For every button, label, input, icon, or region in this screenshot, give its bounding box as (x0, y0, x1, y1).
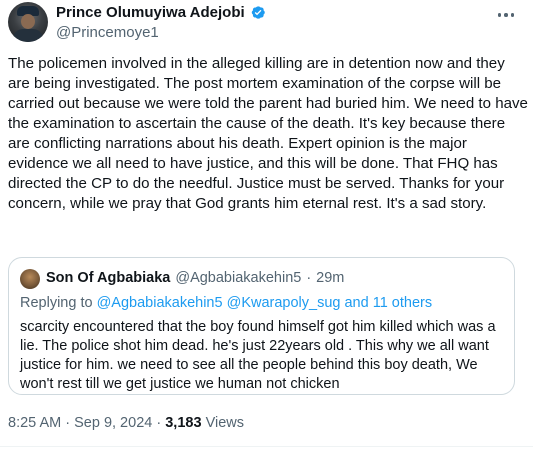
views-count: 3,183 (165, 415, 202, 431)
author-display-name[interactable]: Prince Olumuyiwa Adejobi (56, 4, 245, 21)
more-dot (510, 13, 515, 17)
quoted-tweet[interactable]: Son Of Agbabiaka @Agbabiakakehin5 · 29m … (8, 257, 515, 395)
avatar-face (21, 14, 35, 29)
views-label: Views (205, 415, 244, 431)
avatar-torso (13, 29, 43, 42)
quoted-tweet-header: Son Of Agbabiaka @Agbabiakakehin5 · 29m (46, 270, 344, 286)
replying-prefix: Replying to (20, 295, 97, 311)
more-dot (497, 13, 502, 17)
quoted-author-avatar (20, 269, 40, 289)
bottom-divider (0, 446, 533, 447)
replying-handle-link[interactable]: @Kwarapoly_sug (227, 295, 341, 311)
more-dot (504, 13, 508, 17)
quoted-separator: · (306, 270, 312, 286)
author-name-row: Prince Olumuyiwa Adejobi (56, 4, 266, 21)
quoted-replying-to: Replying to @Agbabiakakehin5 @Kwarapoly_… (20, 295, 432, 311)
tweet-time-link[interactable]: 8:25 AM (8, 415, 61, 431)
tweet-meta: 8:25 AM · Sep 9, 2024 · 3,183 Views (8, 415, 244, 431)
verified-badge-icon (251, 6, 265, 19)
tweet-header: Prince Olumuyiwa Adejobi @Princemoye1 (8, 2, 525, 46)
quoted-tweet-text: scarcity encountered that the boy found … (20, 319, 496, 392)
author-handle[interactable]: @Princemoye1 (56, 24, 159, 41)
replying-handle-link[interactable]: @Agbabiakakehin5 (97, 295, 223, 311)
meta-separator: · (65, 415, 71, 431)
quoted-timestamp: 29m (316, 270, 345, 286)
replying-others-link[interactable]: and 11 others (340, 295, 432, 311)
quoted-author-handle: @Agbabiakakehin5 (175, 270, 302, 286)
author-avatar[interactable] (8, 2, 48, 42)
quoted-author-name: Son Of Agbabiaka (46, 270, 171, 286)
tweet-text: The policemen involved in the alleged ki… (8, 55, 533, 212)
more-options-icon[interactable] (495, 6, 517, 24)
meta-separator: · (156, 415, 162, 431)
tweet-date-link[interactable]: Sep 9, 2024 (74, 415, 152, 431)
